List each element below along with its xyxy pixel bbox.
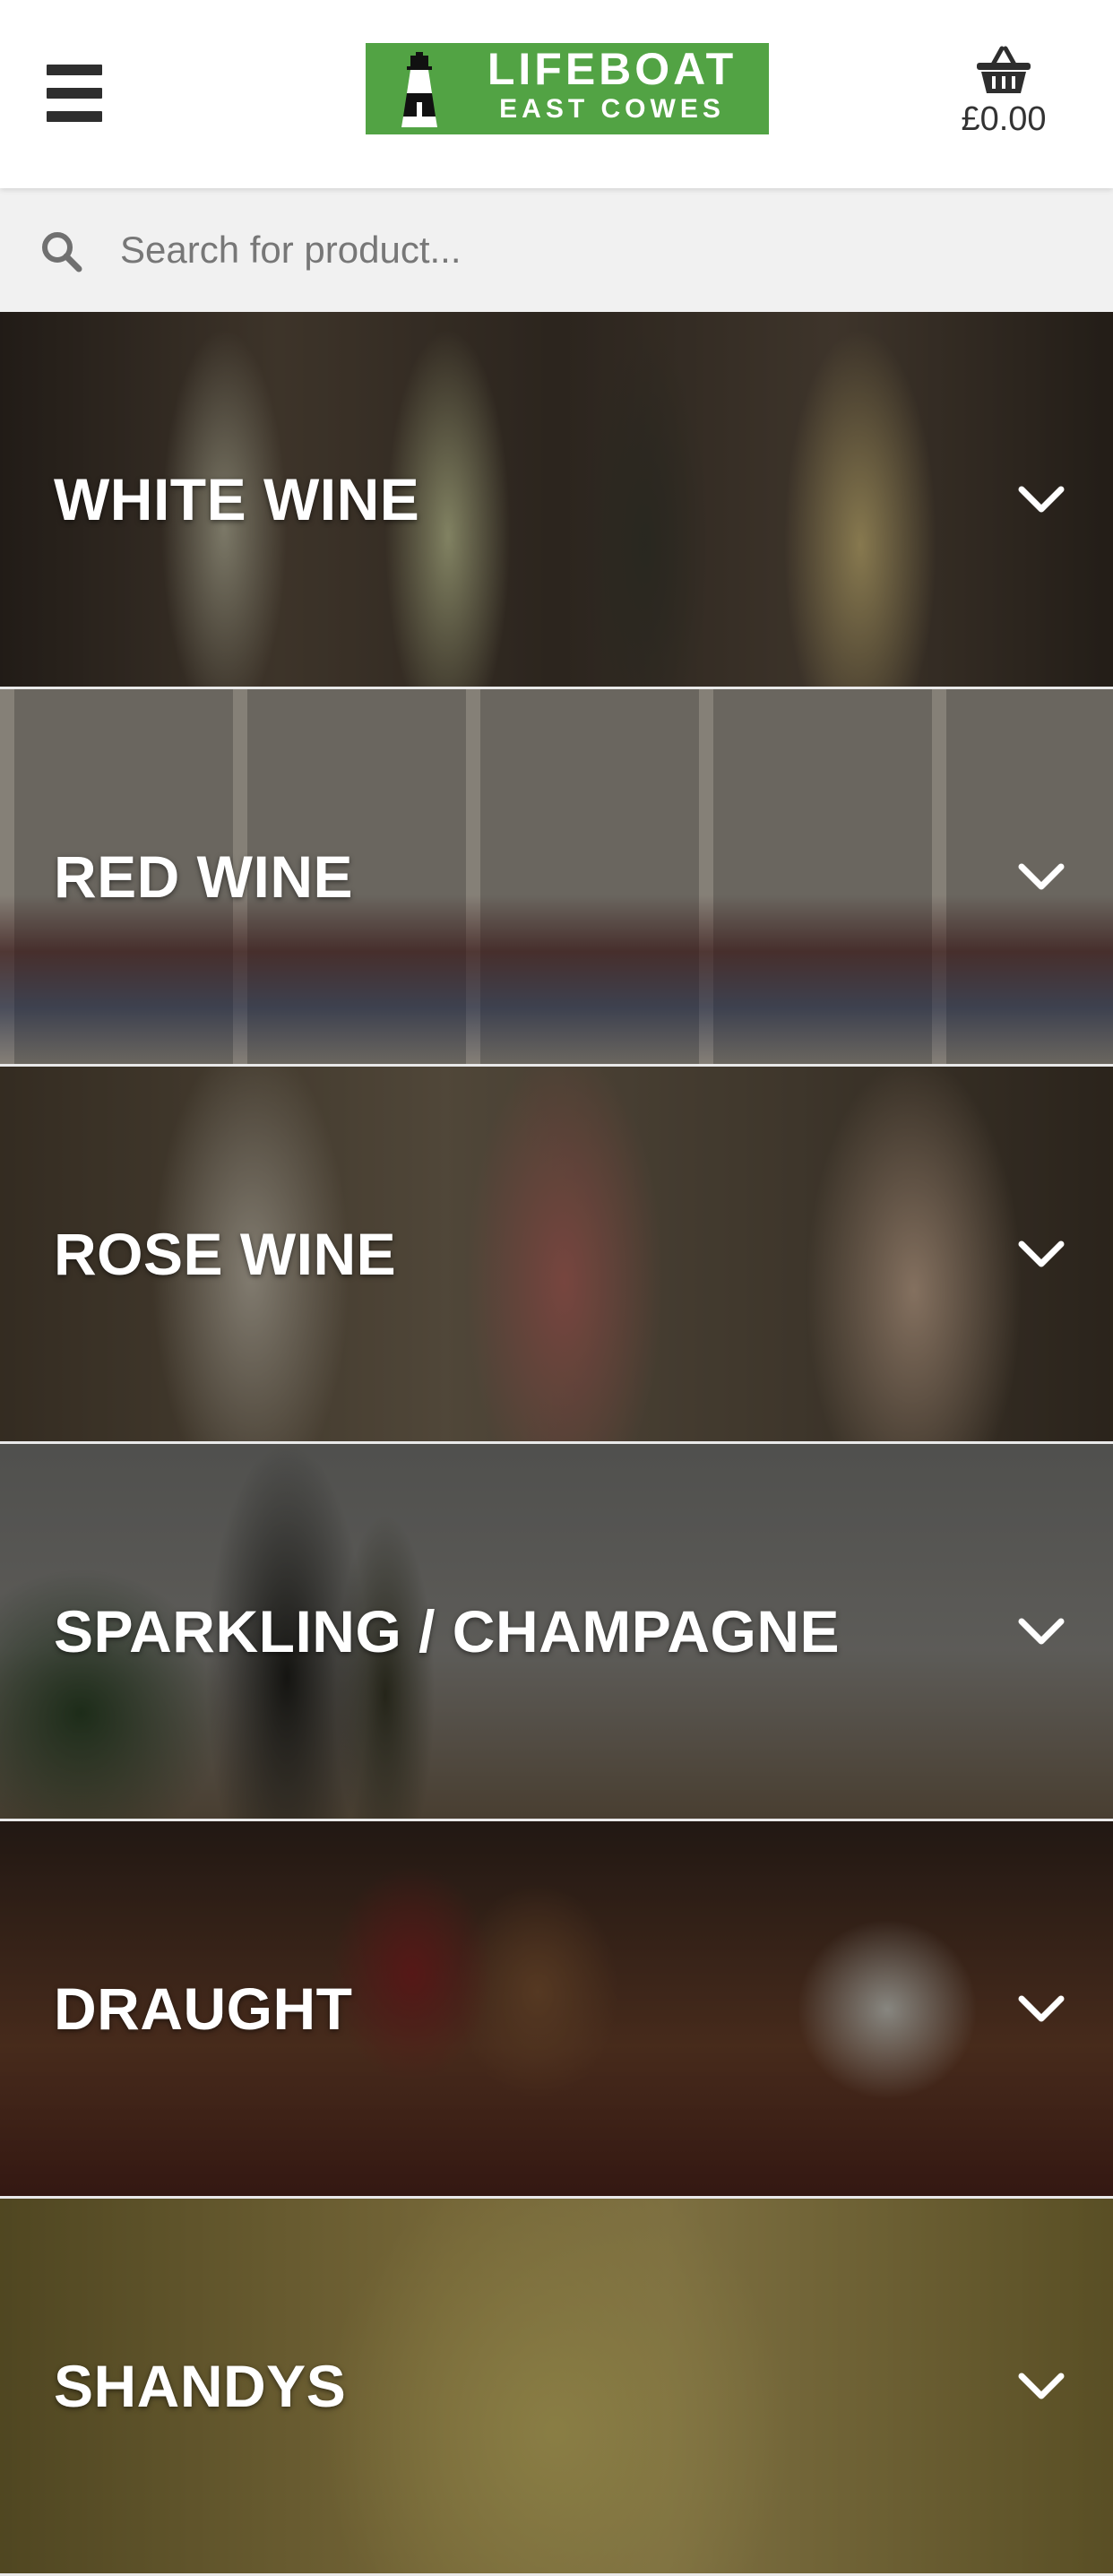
logo-text: LIFEBOAT EAST COWES bbox=[464, 43, 760, 134]
category-label: DRAUGHT bbox=[54, 1975, 353, 2042]
category-red-wine[interactable]: RED WINE bbox=[0, 689, 1113, 1067]
menu-bar bbox=[47, 111, 102, 122]
chevron-down-icon[interactable] bbox=[1018, 1993, 1065, 2024]
chevron-down-icon[interactable] bbox=[1018, 1239, 1065, 1269]
category-label: SHANDYS bbox=[54, 2353, 347, 2419]
cart-button[interactable]: £0.00 bbox=[932, 45, 1075, 152]
search-icon[interactable] bbox=[39, 229, 82, 272]
chevron-down-icon[interactable] bbox=[1018, 861, 1065, 892]
hamburger-menu-icon[interactable] bbox=[47, 65, 102, 122]
menu-bar bbox=[47, 88, 102, 99]
category-label: ROSE WINE bbox=[54, 1221, 397, 1287]
chevron-down-icon[interactable] bbox=[1018, 2371, 1065, 2401]
category-rose-wine[interactable]: ROSE WINE bbox=[0, 1067, 1113, 1444]
category-label: SPARKLING / CHAMPAGNE bbox=[54, 1598, 841, 1664]
basket-icon bbox=[977, 46, 1031, 93]
category-shandys[interactable]: SHANDYS bbox=[0, 2199, 1113, 2576]
category-white-wine[interactable]: WHITE WINE bbox=[0, 312, 1113, 689]
app-header: LIFEBOAT EAST COWES £0.00 bbox=[0, 0, 1113, 188]
chevron-down-icon[interactable] bbox=[1018, 484, 1065, 514]
category-sparkling-champagne[interactable]: SPARKLING / CHAMPAGNE bbox=[0, 1444, 1113, 1821]
category-label: WHITE WINE bbox=[54, 466, 420, 532]
category-draught[interactable]: DRAUGHT bbox=[0, 1821, 1113, 2199]
lighthouse-icon bbox=[401, 52, 437, 127]
chevron-down-icon[interactable] bbox=[1018, 1616, 1065, 1647]
search-bar bbox=[0, 188, 1113, 312]
cart-total: £0.00 bbox=[961, 100, 1047, 138]
menu-bar bbox=[47, 65, 102, 75]
category-label: RED WINE bbox=[54, 843, 353, 910]
search-input[interactable] bbox=[120, 213, 1070, 287]
logo-subtitle: EAST COWES bbox=[499, 94, 725, 124]
brand-logo[interactable]: LIFEBOAT EAST COWES bbox=[366, 43, 769, 134]
logo-title: LIFEBOAT bbox=[487, 44, 738, 94]
category-list: WHITE WINE RED WINE ROSE WINE SPARKLING … bbox=[0, 312, 1113, 2576]
